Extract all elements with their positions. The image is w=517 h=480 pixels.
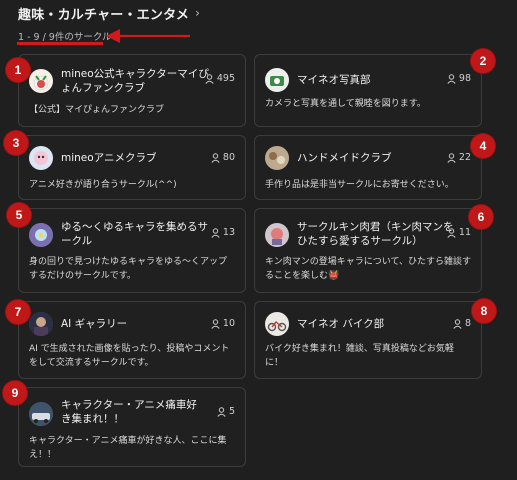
circle-avatar: [29, 69, 53, 93]
annotation-badge: 6: [469, 205, 493, 229]
circle-description: 身の回りで見つけたゆるキャラをゆる～くアップするだけのサークルです。: [29, 257, 228, 281]
person-icon: [211, 152, 220, 163]
circle-name[interactable]: マイネオ バイク部: [297, 317, 447, 331]
circle-card[interactable]: サークルキン肉君（キン肉マンをひたすら愛するサークル） 11 キン肉マンの登場キ…: [254, 208, 482, 293]
section-header[interactable]: 趣味・カルチャー・エンタメ ›: [18, 4, 200, 23]
circle-card[interactable]: mineoアニメクラブ 80 アニメ好きが語り合うサークル(^^): [18, 135, 246, 200]
member-count: 22: [447, 152, 471, 163]
circle-card[interactable]: AI ギャラリー 10 AI で生成された画像を貼ったり、投稿やコメントをして交…: [18, 301, 246, 379]
circle-name[interactable]: AI ギャラリー: [61, 317, 211, 331]
annotation-underline: [17, 42, 103, 45]
circle-card[interactable]: キャラクター・アニメ痛車好き集まれ！！ 5 キャラクター・アニメ痛車が好きな人、…: [18, 387, 246, 467]
circle-name[interactable]: mineo公式キャラクターマイぴょんファンクラブ: [61, 67, 211, 95]
circle-description: バイク好き集まれ！雑談、写真投稿などお気軽に！: [265, 344, 454, 368]
circle-description: キン肉マンの登場キャラについて、ひたすら雑談することを楽しむ👹: [265, 257, 472, 281]
annotation-badge: 8: [472, 299, 496, 323]
annotation-badge: 3: [4, 131, 28, 155]
circle-avatar: [29, 223, 53, 247]
circle-name[interactable]: mineoアニメクラブ: [61, 151, 211, 165]
member-count: 5: [217, 406, 235, 417]
circle-description: アニメ好きが語り合うサークル(^^): [29, 180, 177, 190]
circle-card[interactable]: マイネオ写真部 98 カメラと写真を通して親睦を図ります。: [254, 54, 482, 127]
member-count: 11: [447, 227, 471, 238]
circle-avatar: [265, 68, 289, 92]
circle-avatar: [265, 223, 289, 247]
person-icon: [447, 152, 456, 163]
circle-avatar: [29, 402, 53, 426]
member-count: 8: [453, 318, 471, 329]
member-count: 98: [447, 73, 471, 84]
circle-card[interactable]: mineo公式キャラクターマイぴょんファンクラブ 495 【公式】マイぴょんファ…: [18, 54, 246, 127]
annotation-badge: 4: [471, 134, 495, 158]
person-icon: [217, 406, 226, 417]
circle-description: 【公式】マイぴょんファンクラブ: [29, 105, 165, 115]
circle-card[interactable]: ゆる～くゆるキャラを集めるサークル 13 身の回りで見つけたゆるキャラをゆる～く…: [18, 208, 246, 293]
circle-avatar: [265, 312, 289, 336]
annotation-badge: 2: [471, 49, 495, 73]
chevron-right-icon[interactable]: ›: [195, 6, 200, 20]
annotation-badge: 9: [3, 381, 27, 405]
annotation-badge: 1: [6, 58, 30, 82]
person-icon: [447, 73, 456, 84]
person-icon: [453, 318, 462, 329]
member-count: 13: [211, 227, 235, 238]
circle-avatar: [265, 146, 289, 170]
person-icon: [211, 318, 220, 329]
annotation-badge: 5: [7, 203, 31, 227]
member-count: 495: [205, 73, 235, 84]
annotation-arrow-icon: [106, 29, 190, 43]
result-count: 1 - 9 / 9件のサークル: [18, 32, 112, 43]
section-title: 趣味・カルチャー・エンタメ: [18, 7, 190, 23]
circle-description: AI で生成された画像を貼ったり、投稿やコメントをして交流するサークルです。: [29, 344, 230, 368]
circle-description: キャラクター・アニメ痛車が好きな人、ここに集え！！: [29, 436, 227, 460]
circle-name[interactable]: ハンドメイドクラブ: [297, 151, 447, 165]
person-icon: [205, 73, 214, 84]
person-icon: [447, 227, 456, 238]
person-icon: [211, 227, 220, 238]
member-count: 80: [211, 152, 235, 163]
circle-description: 手作り品は是非当サークルにお寄せください。: [265, 180, 454, 190]
circle-avatar: [29, 312, 53, 336]
circle-avatar: [29, 146, 53, 170]
circle-description: カメラと写真を通して親睦を図ります。: [265, 99, 426, 109]
annotation-badge: 7: [6, 300, 30, 324]
circle-name[interactable]: サークルキン肉君（キン肉マンをひたすら愛するサークル）: [297, 220, 457, 248]
circle-name[interactable]: ゆる～くゆるキャラを集めるサークル: [61, 220, 211, 248]
circle-name[interactable]: マイネオ写真部: [297, 73, 447, 87]
circle-card[interactable]: マイネオ バイク部 8 バイク好き集まれ！雑談、写真投稿などお気軽に！: [254, 301, 482, 379]
member-count: 10: [211, 318, 235, 329]
circle-card[interactable]: ハンドメイドクラブ 22 手作り品は是非当サークルにお寄せください。: [254, 135, 482, 200]
circle-name[interactable]: キャラクター・アニメ痛車好き集まれ！！: [61, 398, 201, 426]
